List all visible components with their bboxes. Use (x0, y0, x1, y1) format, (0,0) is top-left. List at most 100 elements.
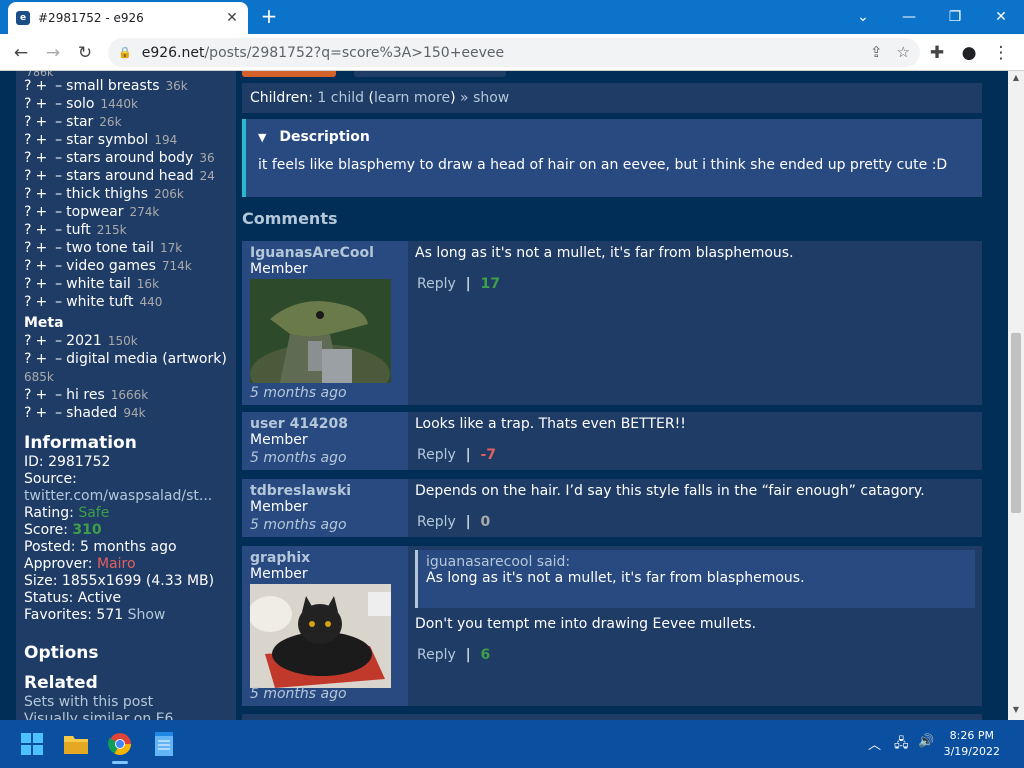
comment-author[interactable]: graphix (250, 550, 400, 566)
tag-exclude-link[interactable]: – (55, 333, 62, 349)
tag-add-link[interactable]: + (35, 333, 47, 349)
tag-exclude-link[interactable]: – (55, 78, 62, 94)
tag-name-link[interactable]: star (66, 114, 93, 130)
tag-add-link[interactable]: + (35, 96, 47, 112)
tag-name-link[interactable]: shaded (66, 405, 117, 421)
approver-link[interactable]: Mairo (97, 556, 136, 572)
tag-name-link[interactable]: video games (66, 258, 156, 274)
forward-icon[interactable]: → (40, 40, 66, 66)
tag-name-link[interactable]: white tail (66, 276, 131, 292)
tag-name-link[interactable]: stars around head (66, 168, 194, 184)
tag-add-link[interactable]: + (35, 150, 47, 166)
reload-icon[interactable]: ↻ (72, 40, 98, 66)
taskbar-clock[interactable]: 8:26 PM 3/19/2022 (944, 728, 1000, 760)
visually-similar-link[interactable]: Visually similar on E6 (24, 711, 236, 720)
reply-link[interactable]: Reply (417, 647, 456, 663)
comment-author[interactable]: tdbreslawski (250, 483, 400, 499)
tag-name-link[interactable]: small breasts (66, 78, 159, 94)
tag-wiki-link[interactable]: ? (24, 204, 31, 220)
tag-exclude-link[interactable]: – (55, 168, 62, 184)
favorites-show-link[interactable]: Show (128, 607, 166, 623)
share-icon[interactable]: ⇪ (870, 43, 883, 61)
partial-tab[interactable] (354, 71, 506, 77)
sets-link[interactable]: Sets with this post (24, 694, 236, 711)
tag-name-link[interactable]: topwear (66, 204, 123, 220)
tag-wiki-link[interactable]: ? (24, 186, 31, 202)
tag-exclude-link[interactable]: – (55, 132, 62, 148)
tag-wiki-link[interactable]: ? (24, 405, 31, 421)
tag-wiki-link[interactable]: ? (24, 168, 31, 184)
tag-add-link[interactable]: + (35, 240, 47, 256)
window-close-icon[interactable]: ✕ (978, 0, 1024, 34)
tag-name-link[interactable]: solo (66, 96, 94, 112)
tag-add-link[interactable]: + (35, 387, 47, 403)
tab-close-icon[interactable]: ✕ (224, 10, 240, 26)
tag-name-link[interactable]: stars around body (66, 150, 193, 166)
tag-exclude-link[interactable]: – (55, 240, 62, 256)
back-icon[interactable]: ← (8, 40, 34, 66)
page-scrollbar[interactable]: ▲ ▼ (1008, 71, 1024, 720)
tag-name-link[interactable]: white tuft (66, 294, 133, 310)
tab-search-icon[interactable]: ⌄ (840, 0, 886, 34)
tag-wiki-link[interactable]: ? (24, 114, 31, 130)
comment-author[interactable]: user 414208 (250, 416, 400, 432)
learn-more-link[interactable]: learn more (374, 90, 450, 106)
tag-exclude-link[interactable]: – (55, 186, 62, 202)
tag-add-link[interactable]: + (35, 186, 47, 202)
tag-name-link[interactable]: thick thighs (66, 186, 148, 202)
tag-wiki-link[interactable]: ? (24, 333, 31, 349)
tag-add-link[interactable]: + (35, 258, 47, 274)
notepad-icon[interactable] (148, 728, 180, 760)
tag-exclude-link[interactable]: – (55, 204, 62, 220)
profile-avatar-icon[interactable]: ● (956, 40, 982, 66)
tag-add-link[interactable]: + (35, 168, 47, 184)
tag-add-link[interactable]: + (35, 78, 47, 94)
scroll-up-icon[interactable]: ▲ (1011, 73, 1021, 82)
reply-link[interactable]: Reply (417, 276, 456, 292)
tag-wiki-link[interactable]: ? (24, 96, 31, 112)
comment-author[interactable]: IguanasAreCool (250, 245, 400, 261)
tag-add-link[interactable]: + (35, 222, 47, 238)
tag-wiki-link[interactable]: ? (24, 276, 31, 292)
address-bar[interactable]: 🔒 e926.net/posts/2981752?q=score%3A>150+… (108, 38, 920, 67)
description-header[interactable]: ▼ Description (258, 129, 970, 145)
tag-add-link[interactable]: + (35, 132, 47, 148)
bookmark-star-icon[interactable]: ☆ (897, 43, 910, 61)
tag-wiki-link[interactable]: ? (24, 222, 31, 238)
tag-exclude-link[interactable]: – (55, 258, 62, 274)
tag-exclude-link[interactable]: – (55, 276, 62, 292)
tag-wiki-link[interactable]: ? (24, 387, 31, 403)
browser-tab[interactable]: e #2981752 - e926 ✕ (8, 2, 248, 34)
tag-name-link[interactable]: hi res (66, 387, 105, 403)
reply-link[interactable]: Reply (417, 447, 456, 463)
tag-exclude-link[interactable]: – (55, 96, 62, 112)
tray-overflow-icon[interactable]: ︿ (868, 734, 881, 753)
tag-name-link[interactable]: star symbol (66, 132, 148, 148)
new-tab-icon[interactable]: + (258, 6, 280, 28)
tag-name-link[interactable]: tuft (66, 222, 91, 238)
options-title[interactable]: Options (24, 644, 236, 662)
tag-wiki-link[interactable]: ? (24, 240, 31, 256)
volume-icon[interactable]: 🔊 (918, 734, 934, 749)
tag-add-link[interactable]: + (35, 294, 47, 310)
file-explorer-icon[interactable] (60, 728, 92, 760)
tag-name-link[interactable]: 2021 (66, 333, 102, 349)
collapse-triangle-icon[interactable]: ▼ (258, 131, 266, 144)
tag-wiki-link[interactable]: ? (24, 78, 31, 94)
tag-name-link[interactable]: digital media (artwork) (66, 351, 227, 367)
show-children-link[interactable]: » show (460, 90, 509, 106)
tag-wiki-link[interactable]: ? (24, 294, 31, 310)
tag-add-link[interactable]: + (35, 276, 47, 292)
tag-wiki-link[interactable]: ? (24, 258, 31, 274)
cat-loaf-avatar[interactable] (250, 584, 391, 688)
scroll-down-icon[interactable]: ▼ (1011, 705, 1021, 714)
minimize-icon[interactable]: — (886, 0, 932, 34)
windows-start-icon[interactable] (16, 728, 48, 760)
chrome-icon[interactable] (104, 728, 136, 764)
tag-wiki-link[interactable]: ? (24, 132, 31, 148)
tag-exclude-link[interactable]: – (55, 351, 62, 367)
tag-exclude-link[interactable]: – (55, 222, 62, 238)
extensions-puzzle-icon[interactable]: ✚ (924, 40, 950, 66)
tag-add-link[interactable]: + (35, 204, 47, 220)
restore-icon[interactable]: ❐ (932, 0, 978, 34)
